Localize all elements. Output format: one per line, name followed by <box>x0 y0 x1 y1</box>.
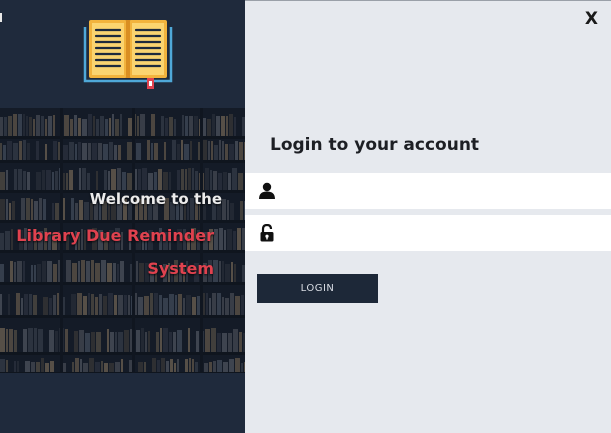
username-field-row <box>245 173 611 209</box>
password-field-row <box>245 215 611 251</box>
password-input[interactable] <box>283 215 603 251</box>
login-heading: Login to your account <box>270 135 480 155</box>
login-button[interactable]: LOGIN <box>257 274 378 303</box>
login-window: Welcome to the Library Due Reminder Syst… <box>0 0 611 433</box>
welcome-text: Welcome to the <box>89 190 222 208</box>
open-book-icon <box>83 20 173 89</box>
app-title-line1: Library Due Reminder <box>16 226 214 245</box>
login-panel: X Login to your account LOGIN <box>245 0 611 433</box>
window-edge-mark <box>0 13 2 22</box>
username-input[interactable] <box>283 173 603 209</box>
unlocked-padlock-icon <box>260 224 274 242</box>
app-title-line2: System <box>147 259 214 278</box>
user-icon <box>259 182 275 199</box>
close-button[interactable]: X <box>585 9 598 29</box>
branding-panel: Welcome to the Library Due Reminder Syst… <box>0 0 245 433</box>
